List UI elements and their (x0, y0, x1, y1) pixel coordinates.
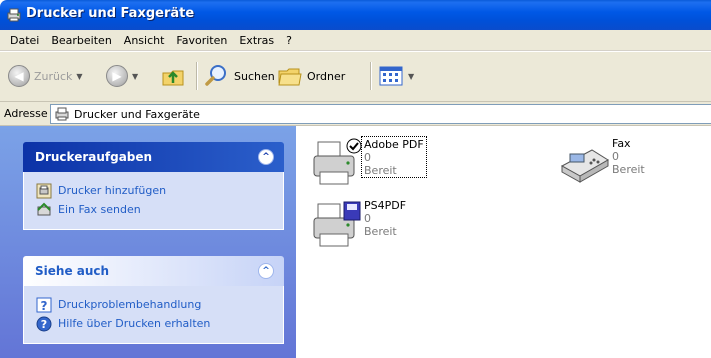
printer-folder-icon (7, 8, 21, 22)
menu-file[interactable]: Datei (4, 34, 45, 47)
printer-list: Adobe PDF 0 Bereit Fax 0 Bereit PS4PDF 0… (296, 126, 711, 358)
up-folder-icon (162, 70, 184, 86)
see-also-body: ? Druckproblembehandlung ? Hilfe über Dr… (23, 286, 284, 344)
menu-edit[interactable]: Bearbeiten (45, 34, 117, 47)
printer-info: Fax 0 Bereit (612, 136, 645, 176)
back-dropdown-icon[interactable]: ▼ (76, 72, 82, 81)
printer-tasks-body: Drucker hinzufügen Ein Fax senden (23, 172, 284, 230)
send-fax-link[interactable]: Ein Fax senden (36, 200, 273, 219)
printer-info: Adobe PDF 0 Bereit (361, 136, 427, 178)
forward-dropdown-icon[interactable]: ▼ (132, 72, 138, 81)
toolbar-separator (370, 62, 371, 90)
printer-job-count: 0 (612, 150, 619, 163)
printer-item-fax[interactable]: Fax 0 Bereit (558, 136, 645, 190)
printer-icon (313, 201, 361, 247)
printer-status: Bereit (612, 163, 645, 176)
printer-job-count: 0 (364, 212, 371, 225)
folders-button[interactable]: Ordner (277, 62, 345, 90)
menu-tools[interactable]: Extras (233, 34, 280, 47)
folders-icon (278, 68, 302, 86)
menu-view[interactable]: Ansicht (118, 34, 171, 47)
printer-name: PS4PDF (364, 199, 407, 212)
troubleshoot-printing-label: Druckproblembehandlung (58, 298, 202, 311)
printer-icon (313, 138, 362, 185)
address-label: Adresse (4, 107, 48, 120)
search-icon (205, 65, 226, 86)
printer-item-adobe-pdf[interactable]: Adobe PDF 0 Bereit (310, 136, 427, 190)
printer-name: Adobe PDF (364, 138, 424, 151)
troubleshoot-printing-link[interactable]: ? Druckproblembehandlung (36, 295, 273, 314)
add-printer-label: Drucker hinzufügen (58, 184, 167, 197)
printer-job-count: 0 (364, 151, 371, 164)
printer-tasks-header[interactable]: Druckeraufgaben ^ (23, 142, 284, 172)
menu-bar: Datei Bearbeiten Ansicht Favoriten Extra… (0, 30, 711, 51)
search-label: Suchen (234, 69, 275, 83)
help-topic-icon: ? (36, 297, 52, 313)
add-printer-link[interactable]: Drucker hinzufügen (36, 181, 273, 200)
toolbar-separator (196, 62, 197, 90)
menu-favorites[interactable]: Favoriten (170, 34, 233, 47)
printer-name: Fax (612, 137, 631, 150)
printer-folder-icon (55, 107, 69, 121)
back-button[interactable]: ◀ Zurück ▼ (8, 62, 83, 90)
see-also-panel: Siehe auch ^ ? Druckproblembehandlung ? … (23, 256, 284, 344)
views-button[interactable]: ▼ (378, 62, 414, 90)
folders-label: Ordner (307, 69, 346, 83)
up-folder-button[interactable] (160, 62, 186, 90)
svg-text:?: ? (41, 318, 47, 331)
printing-help-link[interactable]: ? Hilfe über Drucken erhalten (36, 314, 273, 333)
printer-status: Bereit (364, 225, 397, 238)
see-also-header[interactable]: Siehe auch ^ (23, 256, 284, 286)
printer-info: PS4PDF 0 Bereit (364, 198, 406, 238)
collapse-chevron-icon[interactable]: ^ (258, 149, 274, 165)
task-pane: Druckeraufgaben ^ Drucker hinzufügen Ein… (0, 126, 296, 358)
address-bar: Adresse Drucker und Faxgeräte (0, 102, 711, 126)
svg-text:?: ? (41, 299, 48, 313)
printer-status: Bereit (364, 164, 397, 177)
title-bar[interactable]: Drucker und Faxgeräte (0, 0, 711, 30)
printer-item-ps4pdf[interactable]: PS4PDF 0 Bereit (310, 198, 406, 252)
toolbar: ◀ Zurück ▼ ▶ ▼ Suchen Ordner ▼ (0, 52, 711, 102)
window-title: Drucker und Faxgeräte (26, 6, 195, 21)
add-printer-icon (36, 183, 52, 198)
back-arrow-icon: ◀ (8, 65, 30, 87)
forward-button[interactable]: ▶ ▼ (106, 62, 138, 90)
views-dropdown-icon[interactable]: ▼ (408, 72, 414, 81)
send-fax-icon (37, 202, 51, 215)
collapse-chevron-icon[interactable]: ^ (258, 263, 274, 279)
address-value: Drucker und Faxgeräte (74, 107, 200, 121)
back-label: Zurück (34, 69, 73, 83)
views-icon (379, 66, 403, 86)
printer-tasks-title: Druckeraufgaben (35, 150, 153, 164)
printer-tasks-panel: Druckeraufgaben ^ Drucker hinzufügen Ein… (23, 142, 284, 230)
search-button[interactable]: Suchen (204, 62, 275, 90)
help-icon: ? (36, 316, 52, 331)
fax-icon (560, 149, 609, 183)
address-input[interactable]: Drucker und Faxgeräte (50, 104, 711, 124)
menu-help[interactable]: ? (280, 34, 298, 47)
see-also-title: Siehe auch (35, 264, 110, 278)
printing-help-label: Hilfe über Drucken erhalten (58, 317, 211, 330)
forward-arrow-icon: ▶ (106, 65, 128, 87)
send-fax-label: Ein Fax senden (58, 203, 141, 216)
